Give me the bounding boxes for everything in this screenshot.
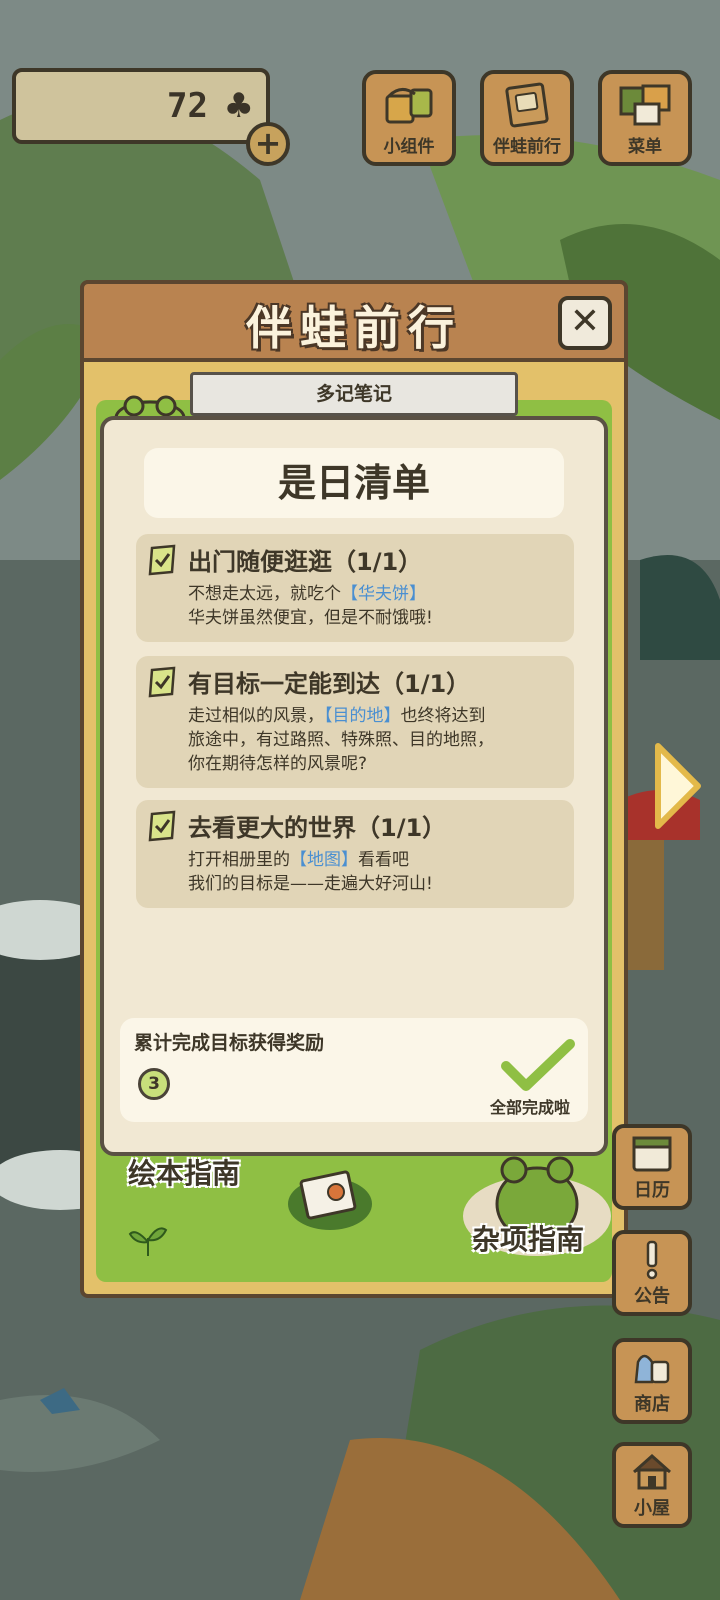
travel-with-frog-label: 伴蛙前行 <box>493 137 561 157</box>
close-button[interactable]: ✕ <box>558 296 612 350</box>
item-text: 我们的目标是——走遍大好河山! <box>188 874 433 894</box>
add-clover-button[interactable]: + <box>246 122 290 166</box>
check-note-icon <box>148 544 176 576</box>
item-title: 有目标一定能到达（1/1） <box>188 670 471 698</box>
shop-label: 商店 <box>634 1394 670 1415</box>
item-text: 你在期待怎样的风景呢? <box>188 754 368 774</box>
reward-status: 全部完成啦 <box>490 1098 571 1117</box>
clover-icon: ♣ <box>223 86 254 126</box>
menu-icon <box>619 84 671 126</box>
checklist-item: 出门随便逛逛（1/1） 不想走太远，就吃个【华夫饼】 华夫饼虽然便宜，但是不耐饿… <box>136 534 574 642</box>
checkmark-icon <box>501 1039 575 1091</box>
house-label: 小屋 <box>634 1498 670 1519</box>
shop-icon <box>634 1354 670 1384</box>
checklist-title: 是日清单 <box>144 448 564 518</box>
calendar-icon <box>632 1136 672 1172</box>
tab-notes[interactable]: 多记笔记 <box>190 372 518 416</box>
item-description: 打开相册里的【地图】看看吧 我们的目标是——走遍大好河山! <box>188 848 433 896</box>
calendar-button[interactable]: 日历 <box>612 1124 692 1210</box>
item-text: 走过相似的风景， <box>188 706 324 726</box>
item-text: 旅途中，有过路照、特殊照、目的地照， <box>188 730 494 750</box>
panel-title: 伴蛙前行 <box>246 301 462 355</box>
house-icon <box>633 1453 671 1490</box>
item-link-destination[interactable]: 【目的地】 <box>324 706 401 726</box>
notice-icon <box>646 1240 658 1280</box>
clover-count: 72 <box>167 86 208 126</box>
item-text: 看看吧 <box>358 850 409 870</box>
game-scene: 72 ♣ + 小组件 伴蛙前行 菜单 伴蛙前行 ✕ 多记笔记 绘本指南 杂项指南… <box>0 0 720 1600</box>
reward-title: 累计完成目标获得奖励 <box>134 1032 325 1054</box>
check-note-icon <box>148 666 176 698</box>
menu-button[interactable]: 菜单 <box>598 70 692 166</box>
misc-guide-label[interactable]: 杂项指南 <box>472 1218 584 1258</box>
travel-with-frog-button[interactable]: 伴蛙前行 <box>480 70 574 166</box>
calendar-label: 日历 <box>634 1180 670 1201</box>
item-description: 不想走太远，就吃个【华夫饼】 华夫饼虽然便宜，但是不耐饿哦! <box>188 582 433 630</box>
notebook-icon <box>288 1170 372 1230</box>
item-text: 也终将达到 <box>400 706 486 726</box>
widget-button-label: 小组件 <box>383 137 435 157</box>
item-title: 出门随便逛逛（1/1） <box>188 548 423 576</box>
shop-button[interactable]: 商店 <box>612 1338 692 1424</box>
travel-book-icon <box>505 82 549 128</box>
check-note-icon <box>148 810 176 842</box>
item-description: 走过相似的风景，【目的地】也终将达到 旅途中，有过路照、特殊照、目的地照， 你在… <box>188 704 494 776</box>
notice-label: 公告 <box>634 1286 670 1307</box>
next-page-arrow-icon[interactable] <box>650 740 704 832</box>
clover-counter: 72 ♣ <box>12 68 270 144</box>
menu-button-label: 菜单 <box>628 137 662 157</box>
item-link-map[interactable]: 【地图】 <box>290 850 358 870</box>
item-text: 不想走太远，就吃个 <box>188 584 341 604</box>
checklist-item: 有目标一定能到达（1/1） 走过相似的风景，【目的地】也终将达到 旅途中，有过路… <box>136 656 574 788</box>
reward-count-badge: 3 <box>138 1068 170 1100</box>
notice-button[interactable]: 公告 <box>612 1230 692 1316</box>
house-button[interactable]: 小屋 <box>612 1442 692 1528</box>
picture-book-guide-label[interactable]: 绘本指南 <box>128 1152 240 1192</box>
widget-icon <box>385 88 433 124</box>
checklist-item: 去看更大的世界（1/1） 打开相册里的【地图】看看吧 我们的目标是——走遍大好河… <box>136 800 574 908</box>
item-title: 去看更大的世界（1/1） <box>188 814 447 842</box>
item-text: 打开相册里的 <box>188 850 290 870</box>
widget-button[interactable]: 小组件 <box>362 70 456 166</box>
sprout-icon <box>128 1227 168 1256</box>
item-link-waffle[interactable]: 【华夫饼】 <box>341 584 426 604</box>
item-text: 华夫饼虽然便宜，但是不耐饿哦! <box>188 608 433 628</box>
